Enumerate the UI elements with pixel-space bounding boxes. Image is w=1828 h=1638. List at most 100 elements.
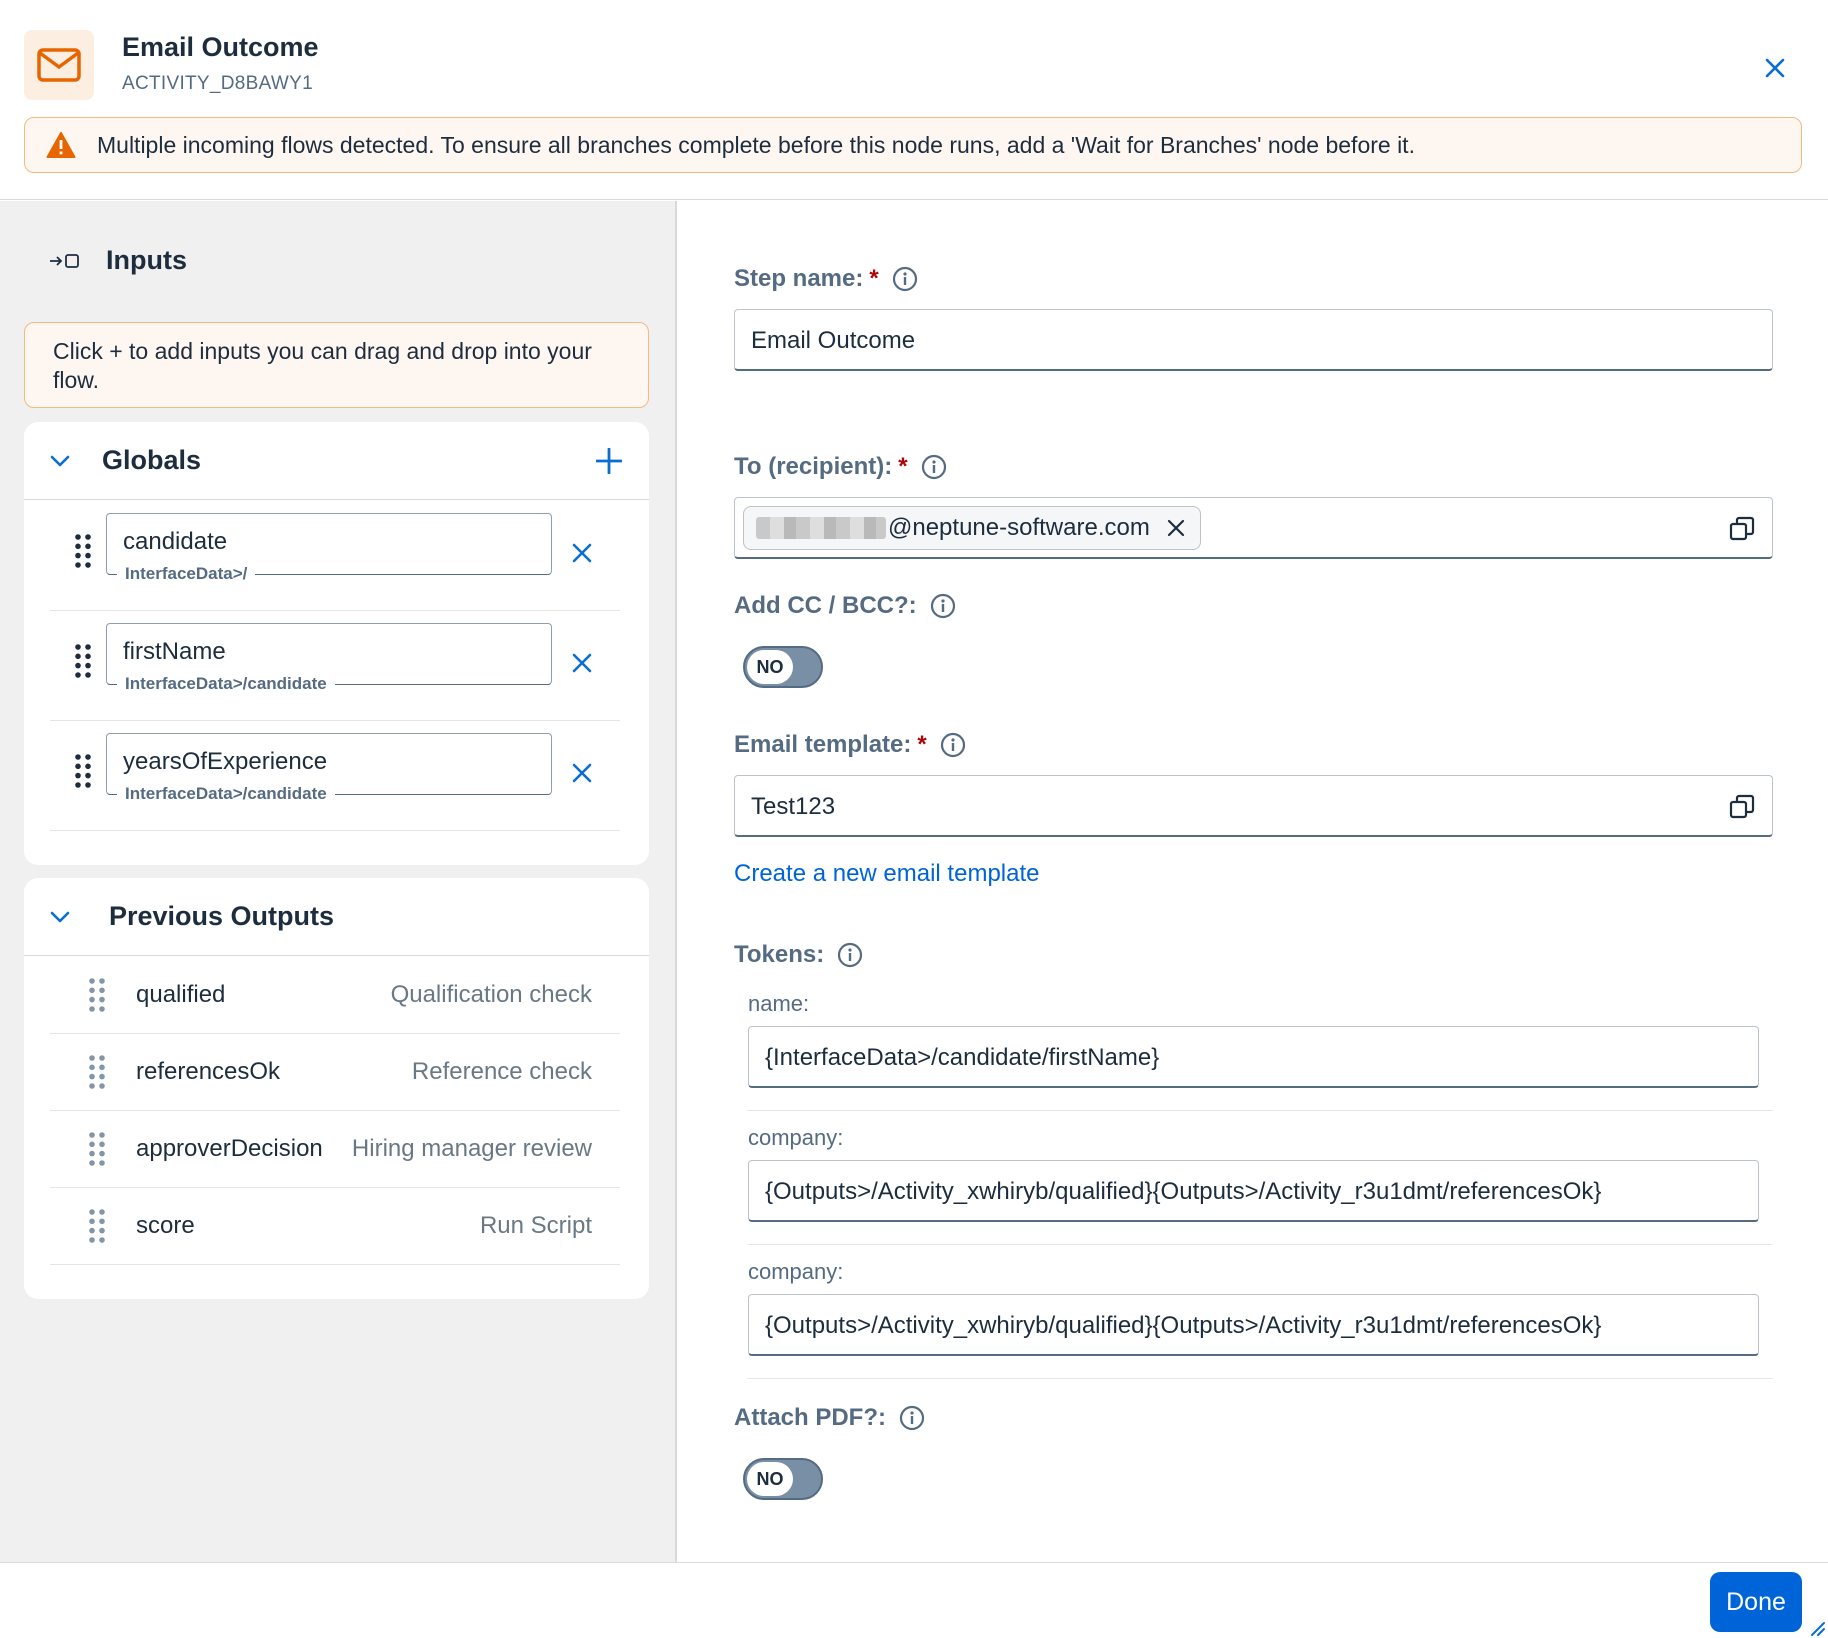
- token-value: {Outputs>/Activity_xwhiryb/qualified}{Ou…: [765, 1178, 1602, 1205]
- warning-text: Multiple incoming flows detected. To ens…: [97, 131, 1415, 158]
- output-source: Qualification check: [390, 981, 592, 1008]
- attach-pdf-label: Attach PDF?:: [734, 1404, 926, 1432]
- drag-handle-icon[interactable]: [74, 643, 92, 679]
- global-item[interactable]: candidate InterfaceData>/: [50, 501, 620, 611]
- drag-handle-icon[interactable]: [88, 1208, 106, 1244]
- token-input[interactable]: {Outputs>/Activity_xwhiryb/qualified}{Ou…: [748, 1294, 1759, 1356]
- output-item[interactable]: score Run Script: [50, 1188, 620, 1265]
- email-template-label: Email template: *: [734, 731, 967, 759]
- global-item[interactable]: firstName InterfaceData>/candidate: [50, 611, 620, 721]
- chevron-down-icon[interactable]: [46, 447, 74, 475]
- info-icon[interactable]: [891, 265, 919, 293]
- token-label: name:: [748, 991, 810, 1016]
- settings-panel: Step name: * Email Outcome To (recipient…: [679, 201, 1828, 1562]
- inputs-panel: Inputs Click + to add inputs you can dra…: [0, 201, 677, 1562]
- cc-bcc-label: Add CC / BCC?:: [734, 592, 957, 620]
- token-divider: [747, 1378, 1773, 1379]
- output-item[interactable]: approverDecision Hiring manager review: [50, 1111, 620, 1188]
- email-template-label-text: Email template:: [734, 731, 912, 758]
- output-name: score: [136, 1212, 195, 1239]
- email-outcome-dialog: Email Outcome ACTIVITY_D8BAWY1 Multiple …: [0, 0, 1828, 1638]
- token-label: company:: [748, 1125, 844, 1150]
- value-help-icon[interactable]: [1728, 793, 1756, 821]
- global-field[interactable]: yearsOfExperience InterfaceData>/candida…: [106, 733, 552, 804]
- plus-icon: [596, 448, 622, 474]
- email-template-input[interactable]: Test123: [734, 775, 1773, 837]
- recipient-email-domain: @neptune-software.com: [888, 514, 1150, 541]
- cc-bcc-toggle[interactable]: NO: [743, 646, 823, 688]
- output-item[interactable]: referencesOk Reference check: [50, 1034, 620, 1111]
- cc-bcc-toggle-state: NO: [747, 650, 793, 684]
- info-icon[interactable]: [929, 592, 957, 620]
- redacted-email-name: [756, 517, 886, 539]
- global-path: InterfaceData>/candidate: [117, 784, 335, 804]
- global-name: yearsOfExperience: [123, 748, 328, 775]
- globals-card: Globals candidate InterfaceData>/ firstN…: [24, 422, 649, 865]
- output-name: qualified: [136, 981, 226, 1008]
- tokens-label: Tokens:: [734, 941, 864, 969]
- close-icon: [1167, 519, 1184, 537]
- global-name: firstName: [123, 638, 226, 665]
- add-global-button[interactable]: [590, 442, 628, 480]
- activity-id: ACTIVITY_D8BAWY1: [122, 73, 313, 94]
- global-field[interactable]: firstName InterfaceData>/candidate: [106, 623, 552, 694]
- global-item[interactable]: yearsOfExperience InterfaceData>/candida…: [50, 721, 620, 831]
- inputs-header: Inputs: [48, 245, 187, 276]
- token-value: {Outputs>/Activity_xwhiryb/qualified}{Ou…: [765, 1312, 1602, 1339]
- globals-title: Globals: [102, 445, 202, 475]
- remove-global-button[interactable]: [568, 649, 596, 677]
- dialog-footer: Done: [0, 1562, 1828, 1638]
- remove-recipient-button[interactable]: [1164, 516, 1188, 540]
- tokens-label-text: Tokens:: [734, 941, 825, 968]
- token-value: {InterfaceData>/candidate/firstName}: [765, 1044, 1160, 1071]
- global-field[interactable]: candidate InterfaceData>/: [106, 513, 552, 584]
- close-icon: [572, 543, 592, 563]
- create-email-template-link[interactable]: Create a new email template: [734, 860, 1039, 888]
- required-marker: *: [869, 265, 879, 292]
- step-name-input[interactable]: Email Outcome: [734, 309, 1773, 371]
- global-name: candidate: [123, 528, 228, 555]
- warning-triangle-icon: [45, 129, 77, 161]
- global-path: InterfaceData>/: [117, 564, 256, 584]
- drag-handle-icon[interactable]: [88, 977, 106, 1013]
- output-name: approverDecision: [136, 1135, 323, 1162]
- done-button[interactable]: Done: [1710, 1572, 1802, 1632]
- close-button[interactable]: [1755, 48, 1795, 88]
- dialog-title: Email Outcome: [122, 32, 319, 62]
- required-marker: *: [917, 731, 927, 758]
- output-name: referencesOk: [136, 1058, 281, 1085]
- remove-global-button[interactable]: [568, 759, 596, 787]
- value-help-icon[interactable]: [1728, 515, 1756, 543]
- step-name-value: Email Outcome: [751, 327, 916, 354]
- drag-handle-icon[interactable]: [88, 1054, 106, 1090]
- chevron-down-icon[interactable]: [46, 903, 74, 931]
- token-input[interactable]: {InterfaceData>/candidate/firstName}: [748, 1026, 1759, 1088]
- attach-pdf-toggle[interactable]: NO: [743, 1458, 823, 1500]
- recipient-token[interactable]: @neptune-software.com: [743, 506, 1201, 550]
- drag-handle-icon[interactable]: [88, 1131, 106, 1167]
- drag-handle-icon[interactable]: [74, 533, 92, 569]
- inputs-title: Inputs: [106, 245, 187, 275]
- recipient-input[interactable]: @neptune-software.com: [734, 497, 1773, 559]
- info-icon[interactable]: [836, 941, 864, 969]
- drag-handle-icon[interactable]: [74, 753, 92, 789]
- globals-header: Globals: [24, 422, 649, 500]
- info-icon[interactable]: [898, 1404, 926, 1432]
- close-icon: [572, 763, 592, 783]
- output-item[interactable]: qualified Qualification check: [50, 957, 620, 1034]
- cc-bcc-label-text: Add CC / BCC?:: [734, 592, 917, 619]
- token-divider: [747, 1110, 1773, 1111]
- previous-outputs-card: Previous Outputs qualified Qualification…: [24, 878, 649, 1299]
- resize-handle-icon[interactable]: [1808, 1619, 1826, 1637]
- token-divider: [747, 1244, 1773, 1245]
- required-marker: *: [898, 453, 908, 480]
- remove-global-button[interactable]: [568, 539, 596, 567]
- token-input[interactable]: {Outputs>/Activity_xwhiryb/qualified}{Ou…: [748, 1160, 1759, 1222]
- info-icon[interactable]: [939, 731, 967, 759]
- attach-pdf-toggle-state: NO: [747, 1462, 793, 1496]
- info-icon[interactable]: [920, 453, 948, 481]
- close-icon: [1765, 58, 1785, 78]
- step-name-label: Step name: *: [734, 265, 919, 293]
- output-source: Run Script: [479, 1212, 592, 1239]
- warning-banner: Multiple incoming flows detected. To ens…: [24, 117, 1802, 173]
